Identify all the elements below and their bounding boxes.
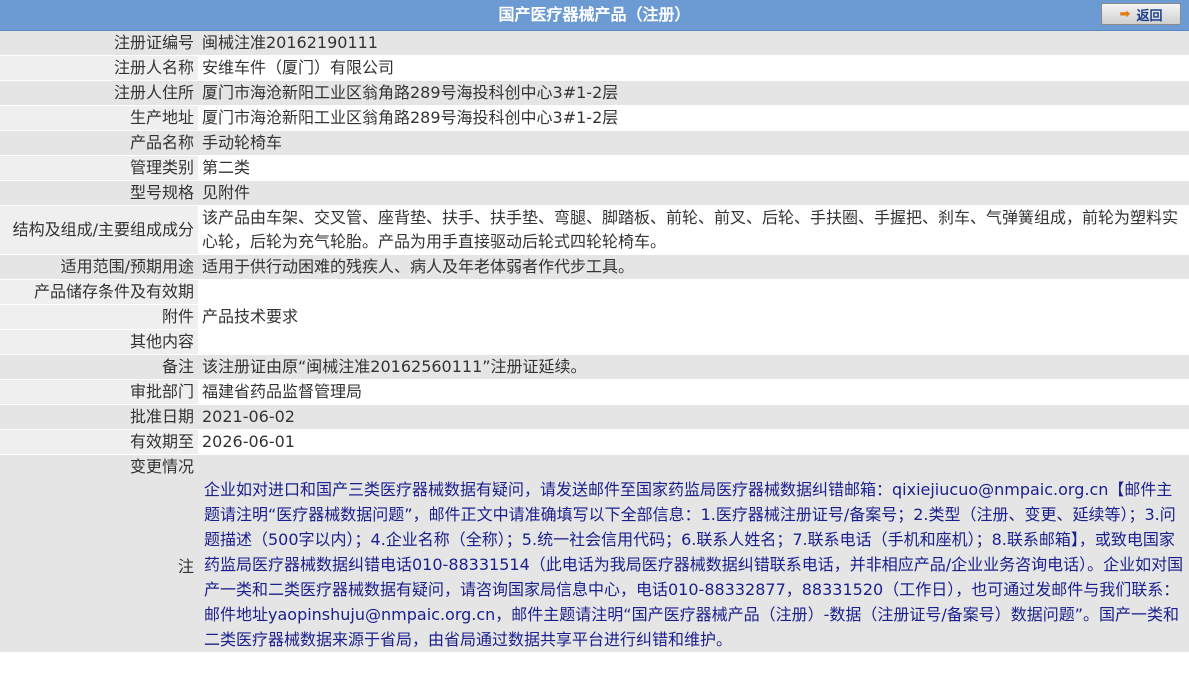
note-labels: 变更情况 注 xyxy=(0,454,198,653)
change-value xyxy=(202,455,1185,477)
table-row: 备注 该注册证由原“闽械注准20162560111”注册证延续。 xyxy=(0,354,1189,380)
field-label: 管理类别 xyxy=(0,155,198,181)
back-button[interactable]: ➡ 返回 xyxy=(1101,3,1181,25)
field-label: 结构及组成/主要组成成分 xyxy=(0,205,198,255)
field-value: 厦门市海沧新阳工业区翁角路289号海投科创中心3#1-2层 xyxy=(198,80,1189,106)
field-label: 审批部门 xyxy=(0,379,198,405)
field-label: 注册人名称 xyxy=(0,55,198,81)
page-title: 国产医疗器械产品（注册） xyxy=(498,5,691,24)
field-label: 附件 xyxy=(0,304,198,330)
field-label: 批准日期 xyxy=(0,404,198,430)
table-row: 批准日期 2021-06-02 xyxy=(0,404,1189,430)
note-text: 企业如对进口和国产三类医疗器械数据有疑问，请发送邮件至国家药监局医疗器械数据纠错… xyxy=(204,480,1184,649)
field-label: 型号规格 xyxy=(0,180,198,206)
note-row: 变更情况 注 企业如对进口和国产三类医疗器械数据有疑问，请发送邮件至国家药监局医… xyxy=(0,454,1189,653)
field-label: 产品名称 xyxy=(0,130,198,156)
field-value: 安维车件（厦门）有限公司 xyxy=(198,55,1189,81)
field-value xyxy=(198,329,1189,355)
table-row: 管理类别 第二类 xyxy=(0,155,1189,181)
field-value: 第二类 xyxy=(198,155,1189,181)
field-label: 有效期至 xyxy=(0,429,198,455)
field-label: 适用范围/预期用途 xyxy=(0,254,198,280)
field-value: 适用于供行动困难的残疾人、病人及年老体弱者作代步工具。 xyxy=(198,254,1189,280)
note-label: 注 xyxy=(177,557,194,576)
back-button-label: 返回 xyxy=(1136,8,1163,24)
field-value: 2026-06-01 xyxy=(198,429,1189,455)
table-row: 型号规格 见附件 xyxy=(0,180,1189,206)
table-row: 注册人住所 厦门市海沧新阳工业区翁角路289号海投科创中心3#1-2层 xyxy=(0,80,1189,106)
field-label: 变更情况 xyxy=(129,457,194,476)
field-label: 备注 xyxy=(0,354,198,380)
field-label: 注册证编号 xyxy=(0,31,198,56)
note-cell: 企业如对进口和国产三类医疗器械数据有疑问，请发送邮件至国家药监局医疗器械数据纠错… xyxy=(198,454,1189,653)
field-label: 生产地址 xyxy=(0,105,198,131)
field-label: 其他内容 xyxy=(0,329,198,355)
field-value xyxy=(198,279,1189,305)
arrow-right-icon: ➡ xyxy=(1119,6,1131,22)
field-label: 产品储存条件及有效期 xyxy=(0,279,198,305)
field-value: 该产品由车架、交叉管、座背垫、扶手、扶手垫、弯腿、脚踏板、前轮、前叉、后轮、手扶… xyxy=(198,205,1189,255)
table-row: 适用范围/预期用途 适用于供行动困难的残疾人、病人及年老体弱者作代步工具。 xyxy=(0,254,1189,280)
table-row: 产品名称 手动轮椅车 xyxy=(0,130,1189,156)
table-row: 注册人名称 安维车件（厦门）有限公司 xyxy=(0,55,1189,81)
table-row: 结构及组成/主要组成成分 该产品由车架、交叉管、座背垫、扶手、扶手垫、弯腿、脚踏… xyxy=(0,205,1189,255)
field-value: 手动轮椅车 xyxy=(198,130,1189,156)
table-row: 有效期至 2026-06-01 xyxy=(0,429,1189,455)
table-row: 其他内容 xyxy=(0,329,1189,355)
field-value: 2021-06-02 xyxy=(198,404,1189,430)
field-value: 见附件 xyxy=(198,180,1189,206)
field-value: 厦门市海沧新阳工业区翁角路289号海投科创中心3#1-2层 xyxy=(198,105,1189,131)
field-value: 闽械注准20162190111 xyxy=(198,31,1189,56)
field-value: 产品技术要求 xyxy=(198,304,1189,330)
field-value: 福建省药品监督管理局 xyxy=(198,379,1189,405)
detail-table: 注册证编号 闽械注准20162190111 注册人名称 安维车件（厦门）有限公司… xyxy=(0,31,1189,653)
table-row: 审批部门 福建省药品监督管理局 xyxy=(0,379,1189,405)
header-bar: 国产医疗器械产品（注册） ➡ 返回 xyxy=(0,0,1189,31)
table-row: 生产地址 厦门市海沧新阳工业区翁角路289号海投科创中心3#1-2层 xyxy=(0,105,1189,131)
field-value: 该注册证由原“闽械注准20162560111”注册证延续。 xyxy=(198,354,1189,380)
table-row: 附件 产品技术要求 xyxy=(0,304,1189,330)
field-label: 注册人住所 xyxy=(0,80,198,106)
table-row: 产品储存条件及有效期 xyxy=(0,279,1189,305)
table-row: 注册证编号 闽械注准20162190111 xyxy=(0,31,1189,56)
page: 国产医疗器械产品（注册） ➡ 返回 注册证编号 闽械注准20162190111 … xyxy=(0,0,1189,653)
